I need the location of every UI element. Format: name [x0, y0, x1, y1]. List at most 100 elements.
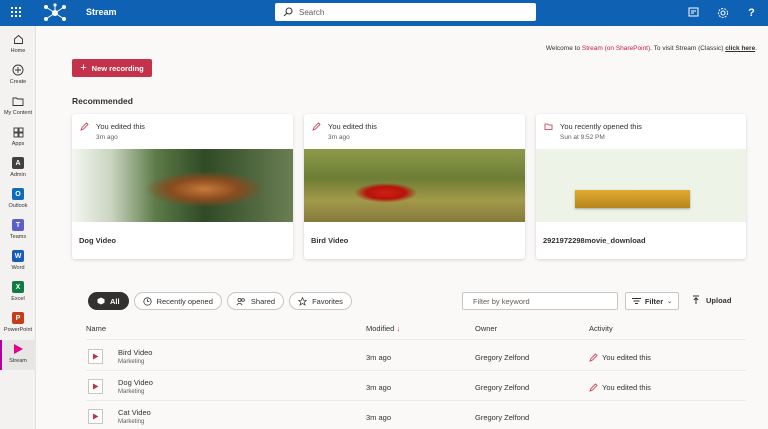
thumbnail-bar — [575, 190, 690, 208]
nav-item-label: PowerPoint — [3, 327, 33, 333]
folder-icon — [11, 94, 25, 108]
new-recording-button[interactable]: + New recording — [72, 59, 152, 77]
recommended-card[interactable]: You edited this 3m ago Bird Video — [304, 114, 525, 259]
video-file-icon — [88, 349, 103, 364]
nav-item-powerpoint[interactable]: P PowerPoint — [0, 309, 36, 339]
column-name[interactable]: Name — [86, 324, 106, 333]
nav-item-teams[interactable]: T Teams — [0, 216, 36, 246]
video-file-icon — [88, 379, 103, 394]
welcome-banner: Welcome to Stream (on SharePoint). To vi… — [546, 45, 757, 52]
search-icon — [283, 7, 293, 17]
nav-item-label: Home — [10, 48, 26, 54]
row-owner: Gregory Zelfond — [475, 383, 530, 392]
tab-label: Shared — [250, 296, 276, 306]
nav-item-label: Create — [9, 79, 27, 85]
sort-arrow-icon: ↓ — [396, 324, 401, 333]
row-owner: Gregory Zelfond — [475, 413, 530, 422]
nav-item-outlook[interactable]: O Outlook — [0, 185, 36, 215]
row-name[interactable]: Bird Video — [118, 348, 152, 357]
nav-item-word[interactable]: W Word — [0, 247, 36, 277]
nav-item-admin[interactable]: A Admin — [0, 154, 36, 184]
powerpoint-icon: P — [11, 311, 25, 325]
row-activity: You edited this — [589, 353, 651, 362]
nav-item-excel[interactable]: X Excel — [0, 278, 36, 308]
row-name[interactable]: Dog Video — [118, 378, 153, 387]
new-recording-label: New recording — [91, 63, 144, 73]
app-launcher-icon[interactable] — [11, 7, 21, 17]
recommended-heading: Recommended — [72, 96, 133, 106]
row-subtitle: Marketing — [118, 419, 145, 425]
tab-favorites[interactable]: Favorites — [289, 292, 352, 310]
nav-item-home[interactable]: Home — [0, 30, 36, 60]
row-modified: 3m ago — [366, 413, 392, 422]
table-row[interactable]: Cat Video Marketing 3m ago Gregory Zelfond — [86, 401, 746, 429]
nav-item-label: Outlook — [8, 203, 28, 209]
settings-gear-icon[interactable] — [716, 6, 729, 19]
upload-label: Upload — [706, 295, 732, 305]
plus-icon: + — [80, 61, 87, 74]
video-thumbnail[interactable] — [536, 149, 746, 222]
column-activity[interactable]: Activity — [589, 324, 613, 333]
video-thumbnail[interactable] — [72, 149, 293, 222]
folder-open-icon — [544, 123, 553, 130]
card-time: 3m ago — [96, 134, 118, 141]
table-row[interactable]: Bird Video Marketing 3m ago Gregory Zelfond… — [86, 341, 746, 371]
column-modified[interactable]: Modified ↓ — [366, 324, 400, 333]
filter-label: Filter — [644, 296, 664, 306]
recommended-card[interactable]: You recently opened this Sun at 9:52 PM 2… — [536, 114, 746, 259]
filter-button[interactable]: Filter ⌄ — [625, 292, 679, 310]
upload-icon — [693, 295, 699, 304]
classic-link[interactable]: click here — [725, 45, 755, 52]
clock-icon — [142, 296, 152, 306]
nav-item-stream[interactable]: Stream — [0, 340, 36, 370]
filter-lines-icon — [631, 298, 641, 304]
card-activity: You edited this — [96, 122, 145, 131]
tab-all[interactable]: All — [88, 292, 129, 310]
filter-keyword-input[interactable]: Filter by keyword — [462, 292, 618, 310]
cube-icon — [97, 297, 105, 305]
help-icon[interactable]: ? — [745, 6, 758, 19]
nav-item-label: Excel — [11, 296, 25, 302]
nav-item-my-content[interactable]: My Content — [0, 92, 36, 122]
feedback-icon[interactable] — [687, 6, 700, 19]
row-subtitle: Marketing — [118, 359, 145, 365]
row-subtitle: Marketing — [118, 389, 145, 395]
nav-item-label: Word — [11, 265, 25, 271]
teams-icon: T — [11, 218, 25, 232]
filter-placeholder: Filter by keyword — [473, 296, 530, 306]
chevron-down-icon: ⌄ — [667, 298, 673, 305]
tab-label: All — [110, 296, 120, 306]
recommended-card[interactable]: You edited this 3m ago Dog Video — [72, 114, 293, 259]
welcome-prefix: Welcome to — [545, 45, 582, 52]
card-title[interactable]: Bird Video — [311, 236, 348, 245]
nav-item-label: Stream — [9, 358, 27, 364]
app-title[interactable]: Stream — [86, 7, 117, 17]
card-activity: You recently opened this — [560, 122, 642, 131]
upload-button[interactable]: Upload — [692, 295, 731, 305]
outlook-icon: O — [11, 187, 25, 201]
tab-recently-opened[interactable]: Recently opened — [133, 292, 222, 310]
apps-icon — [11, 125, 25, 139]
search-box[interactable]: Search — [275, 3, 536, 21]
stream-logo — [44, 3, 66, 21]
search-placeholder: Search — [299, 7, 325, 17]
table-row[interactable]: Dog Video Marketing 3m ago Gregory Zelfond Y… — [86, 371, 746, 401]
card-time: Sun at 9:52 PM — [560, 134, 605, 141]
pencil-icon — [589, 353, 598, 362]
home-icon — [11, 32, 25, 46]
row-name[interactable]: Cat Video — [118, 408, 151, 417]
nav-item-create[interactable]: Create — [0, 61, 36, 91]
nav-item-apps[interactable]: Apps — [0, 123, 36, 153]
welcome-suffix: . — [755, 45, 757, 52]
pencil-icon — [80, 122, 89, 131]
nav-item-label: Admin — [10, 172, 26, 178]
tab-shared[interactable]: Shared — [226, 292, 285, 310]
video-thumbnail[interactable] — [304, 149, 525, 222]
welcome-middle: . To visit Stream (Classic) — [650, 45, 726, 52]
row-activity: You edited this — [589, 383, 651, 392]
nav-item-label: Teams — [9, 234, 27, 240]
card-title[interactable]: 2921972298movie_download — [543, 236, 646, 245]
card-title[interactable]: Dog Video — [79, 236, 116, 245]
table-header: Name Modified ↓ Owner Activity — [86, 322, 746, 340]
column-owner[interactable]: Owner — [475, 324, 497, 333]
